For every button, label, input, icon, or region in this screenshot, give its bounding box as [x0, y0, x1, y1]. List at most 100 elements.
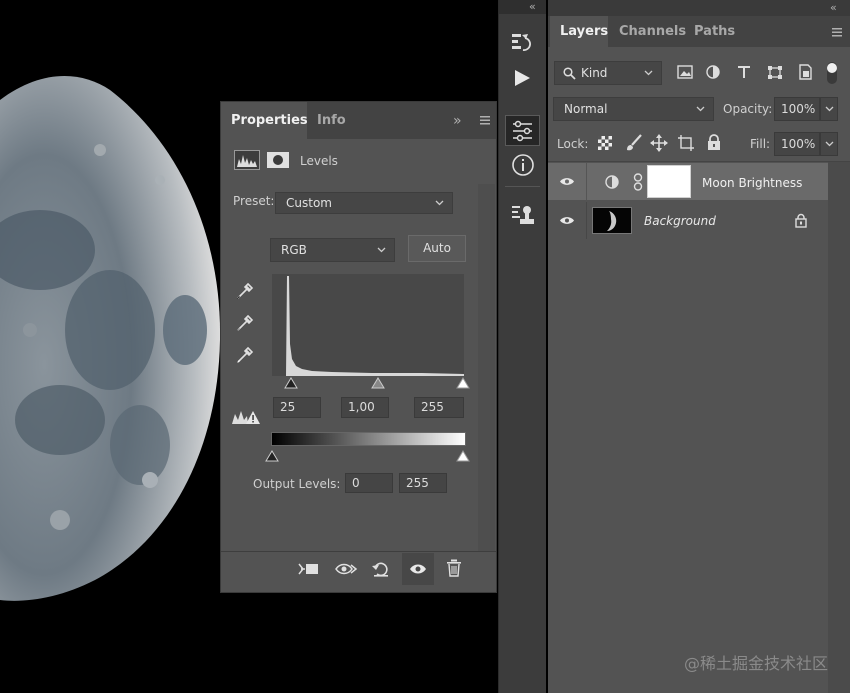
eye-icon[interactable]	[559, 215, 575, 226]
layer-thumbnail[interactable]	[592, 207, 632, 234]
adjustment-title: Levels	[300, 154, 338, 168]
white-point-eyedropper-icon[interactable]	[234, 344, 256, 366]
watermark-text: @稀土掘金技术社区	[683, 654, 828, 673]
view-previous-state-icon[interactable]	[334, 560, 358, 578]
input-black-field[interactable]: 25	[273, 397, 321, 418]
panel-icon-strip: «	[498, 0, 546, 693]
input-black-slider[interactable]	[284, 377, 298, 389]
strip-divider	[505, 186, 540, 187]
output-black-field[interactable]: 0	[345, 473, 393, 493]
strip-header	[499, 0, 546, 14]
histogram-graph	[272, 276, 464, 376]
lock-artboard-icon[interactable]	[677, 134, 695, 152]
filter-kind-value: Kind	[581, 66, 608, 80]
history-icon[interactable]	[511, 32, 533, 56]
levels-adjustment-icon	[234, 150, 260, 170]
layer-name[interactable]: Background	[644, 214, 716, 228]
filter-pixel-layer-icon[interactable]	[677, 65, 693, 79]
layers-divider	[548, 161, 850, 162]
lock-all-icon[interactable]	[707, 134, 721, 151]
preset-value: Custom	[286, 196, 332, 210]
fill-field[interactable]: 100%	[774, 132, 820, 156]
moon-thumbnail	[607, 211, 617, 231]
play-actions-icon[interactable]	[512, 68, 532, 88]
input-white-slider[interactable]	[456, 377, 470, 389]
chevron-down-icon	[377, 247, 386, 253]
eye-icon	[410, 564, 426, 574]
info-icon[interactable]	[511, 153, 535, 177]
layers-header-strip	[548, 0, 850, 16]
layer-lock-icon	[795, 213, 807, 228]
auto-button[interactable]: Auto	[408, 235, 466, 262]
tab-properties[interactable]: Properties	[221, 102, 308, 139]
clip-to-layer-icon[interactable]	[297, 560, 319, 578]
mask-link-icon[interactable]	[633, 173, 643, 191]
opacity-label: Opacity:	[723, 102, 773, 116]
black-point-eyedropper-icon[interactable]	[234, 280, 256, 302]
output-gradient-bar	[271, 432, 466, 446]
filter-shape-layer-icon[interactable]	[767, 65, 783, 80]
opacity-dropdown-button[interactable]	[820, 97, 838, 121]
layer-row-divider	[586, 163, 587, 200]
preset-dropdown[interactable]: Custom	[275, 192, 453, 214]
opacity-field[interactable]: 100%	[774, 97, 820, 121]
output-white-slider[interactable]	[456, 450, 470, 462]
chevron-down-icon	[825, 141, 834, 147]
toggle-visibility-button[interactable]	[402, 553, 434, 585]
lock-transparent-pixels-icon[interactable]	[598, 136, 612, 150]
channel-dropdown[interactable]: RGB	[270, 238, 395, 262]
chevron-down-icon	[644, 70, 653, 76]
layer-name[interactable]: Moon Brightness	[702, 176, 802, 190]
toolbar-divider	[221, 551, 496, 552]
collapse-arrows-icon[interactable]: «	[529, 0, 536, 14]
channel-value: RGB	[281, 243, 307, 257]
clone-source-icon[interactable]	[510, 203, 536, 227]
blend-mode-dropdown[interactable]: Normal	[553, 97, 714, 121]
layers-scrollbar[interactable]	[828, 162, 850, 693]
sliders-icon	[513, 120, 532, 142]
chevron-down-icon	[825, 106, 834, 112]
delete-icon[interactable]	[446, 559, 462, 577]
filter-adjustment-layer-icon[interactable]	[706, 65, 720, 79]
search-icon	[563, 67, 576, 80]
fill-label: Fill:	[750, 137, 771, 151]
histogram	[272, 274, 464, 376]
tab-channels[interactable]: Channels	[609, 16, 686, 47]
reset-icon[interactable]	[371, 560, 391, 578]
panel-menu-icon[interactable]	[480, 116, 490, 125]
output-white-field[interactable]: 255	[399, 473, 447, 493]
tab-info[interactable]: Info	[307, 102, 349, 139]
collapse-arrows-icon[interactable]: «	[830, 1, 837, 14]
panel-menu-icon[interactable]	[832, 28, 842, 37]
lock-position-icon[interactable]	[650, 134, 668, 152]
expand-panel-icon[interactable]: »	[453, 113, 462, 129]
filter-toggle-switch[interactable]	[826, 61, 838, 85]
output-black-slider[interactable]	[265, 450, 279, 462]
fill-dropdown-button[interactable]	[820, 132, 838, 156]
eye-icon[interactable]	[559, 176, 575, 187]
adjustments-properties-button[interactable]	[505, 115, 540, 146]
properties-panel: Properties Info » Levels Preset: Custom …	[220, 101, 497, 593]
chevron-down-icon	[435, 200, 444, 206]
layer-row-background[interactable]: Background	[548, 202, 828, 239]
filter-type-layer-icon[interactable]	[737, 65, 751, 79]
gray-point-eyedropper-icon[interactable]	[234, 312, 256, 334]
layer-mask-thumbnail[interactable]	[647, 165, 691, 198]
output-levels-label: Output Levels:	[253, 477, 341, 491]
levels-adjustment-icon	[605, 175, 619, 189]
filter-smart-object-icon[interactable]	[798, 64, 813, 80]
layer-row-moon-brightness[interactable]: Moon Brightness	[548, 163, 828, 200]
clipping-warning-icon[interactable]	[231, 408, 261, 426]
properties-scrollbar[interactable]	[478, 184, 495, 552]
preset-label: Preset:	[233, 194, 275, 208]
lock-image-pixels-icon[interactable]	[625, 134, 643, 152]
filter-kind-dropdown[interactable]: Kind	[554, 61, 662, 85]
input-white-field[interactable]: 255	[414, 397, 464, 418]
input-gamma-slider[interactable]	[371, 377, 385, 389]
tab-paths[interactable]: Paths	[684, 16, 738, 47]
chevron-down-icon	[696, 106, 705, 112]
layer-row-divider	[586, 202, 587, 239]
tab-layers[interactable]: Layers	[550, 16, 608, 47]
mask-icon[interactable]	[267, 152, 289, 168]
input-gamma-field[interactable]: 1,00	[341, 397, 389, 418]
